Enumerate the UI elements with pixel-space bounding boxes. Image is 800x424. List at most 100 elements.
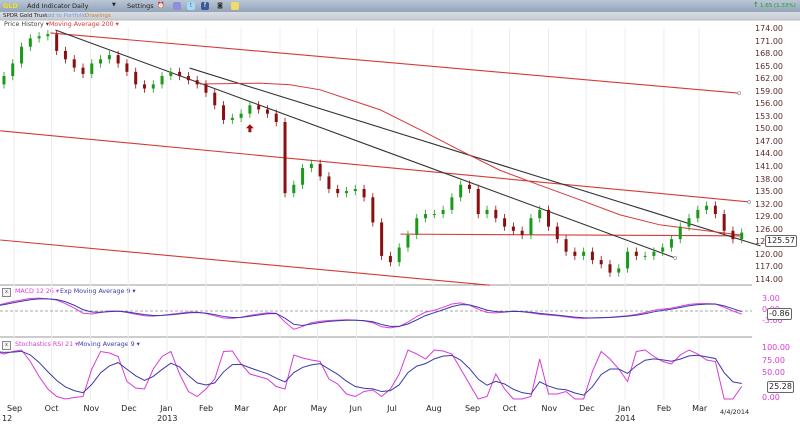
candle-body [2, 76, 6, 85]
price-tick-label: 129.00 [755, 212, 783, 222]
month-label: Mar [234, 404, 250, 413]
month-label: Apr [272, 404, 287, 413]
candle-body [424, 214, 428, 219]
candle-body [169, 71, 173, 77]
price-tick-label: 174.00 [755, 24, 783, 33]
trendline [50, 32, 740, 94]
candle-body [248, 105, 252, 114]
trendline [400, 233, 741, 237]
candle-body [327, 176, 331, 189]
candle-body [626, 251, 630, 269]
candle-body [309, 163, 313, 169]
candle-body [274, 113, 278, 123]
price-tick-label: 150.00 [755, 124, 783, 134]
month-label: Jul [387, 404, 397, 413]
candle-body [608, 264, 612, 273]
candle-body [652, 251, 656, 256]
candle-body [28, 38, 32, 47]
candle-body [63, 50, 67, 60]
trendline [55, 29, 676, 259]
month-label: Nov [541, 404, 558, 413]
stochrsi-tick-label: 100.00 [762, 343, 790, 352]
candle-body [265, 109, 269, 114]
last-date-label: 4/4/2014 [720, 408, 750, 416]
candle-body [336, 188, 340, 194]
candle-body [441, 209, 445, 215]
candle-body [116, 55, 120, 64]
trendline-endpoint [747, 200, 752, 204]
candle-body [731, 230, 735, 240]
candle-body [353, 188, 357, 192]
candle-body [415, 218, 419, 235]
candle-body [520, 230, 524, 235]
candle-body [503, 218, 507, 227]
candle-body [547, 209, 551, 227]
macd-current-value: -0.86 [767, 308, 792, 320]
candle-body [669, 239, 673, 248]
candle-body [37, 36, 41, 39]
price-current-value: 125.57 [765, 235, 797, 247]
month-label: Dec [579, 404, 595, 413]
candle-body [740, 232, 744, 240]
month-label: Nov [83, 404, 100, 413]
year-label: 12 [2, 414, 13, 423]
candle-body [46, 34, 50, 37]
candle-body [239, 113, 243, 118]
candle-body [643, 255, 647, 257]
price-tick-label: 126.00 [755, 224, 783, 234]
candle-body [696, 209, 700, 219]
price-tick-label: 153.00 [755, 111, 783, 121]
candle-body [362, 188, 366, 198]
price-tick-label: 138.00 [755, 174, 783, 184]
candle-body [318, 163, 322, 177]
candle-body [301, 168, 305, 185]
price-tick-label: 159.00 [755, 86, 783, 96]
candle-body [529, 218, 533, 235]
stochrsi-line [0, 349, 743, 400]
macd-tick-label: 3.00 [762, 293, 780, 303]
stochrsi-tick-label: 50.00 [762, 368, 785, 377]
price-tick-label: 141.00 [755, 162, 783, 172]
month-label: Oct [502, 404, 517, 413]
candle-body [555, 226, 559, 240]
price-tick-label: 117.00 [755, 262, 783, 272]
chart-canvas[interactable] [0, 0, 800, 424]
candle-body [617, 268, 621, 273]
candle-body [178, 71, 182, 77]
candle-body [142, 84, 146, 89]
trendline [0, 130, 750, 203]
candle-body [90, 63, 94, 74]
month-label: Dec [121, 404, 137, 413]
candle-body [55, 34, 59, 51]
candle-body [222, 105, 226, 120]
candle-body [20, 46, 24, 64]
candle-body [634, 251, 638, 256]
month-label: Jun [349, 404, 363, 413]
candle-body [292, 184, 296, 194]
stochrsi-tick-label: 0.00 [762, 393, 780, 402]
candle-body [72, 59, 76, 68]
price-tick-label: 144.00 [755, 149, 783, 159]
candle-body [661, 247, 665, 252]
month-label: Jan [160, 404, 173, 413]
candle-body [511, 226, 515, 231]
price-tick-label: 162.00 [755, 74, 783, 84]
year-label: 2014 [615, 414, 636, 423]
candle-body [186, 76, 190, 81]
candle-body [397, 247, 401, 263]
stochrsi-tick-label: 75.00 [762, 355, 785, 365]
price-tick-label: 165.00 [755, 61, 783, 71]
candle-body [582, 251, 586, 256]
candle-body [204, 84, 208, 93]
candle-body [107, 55, 111, 60]
candle-body [573, 251, 577, 256]
candle-body [450, 197, 454, 210]
candle-body [230, 117, 234, 120]
candle-body [134, 71, 138, 85]
price-tick-label: 147.00 [755, 136, 783, 146]
candle-body [485, 209, 489, 215]
candle-body [705, 205, 709, 210]
month-label: May [310, 404, 328, 413]
month-label: Feb [198, 404, 214, 413]
stochrsi-current-value: 25.28 [767, 381, 794, 393]
